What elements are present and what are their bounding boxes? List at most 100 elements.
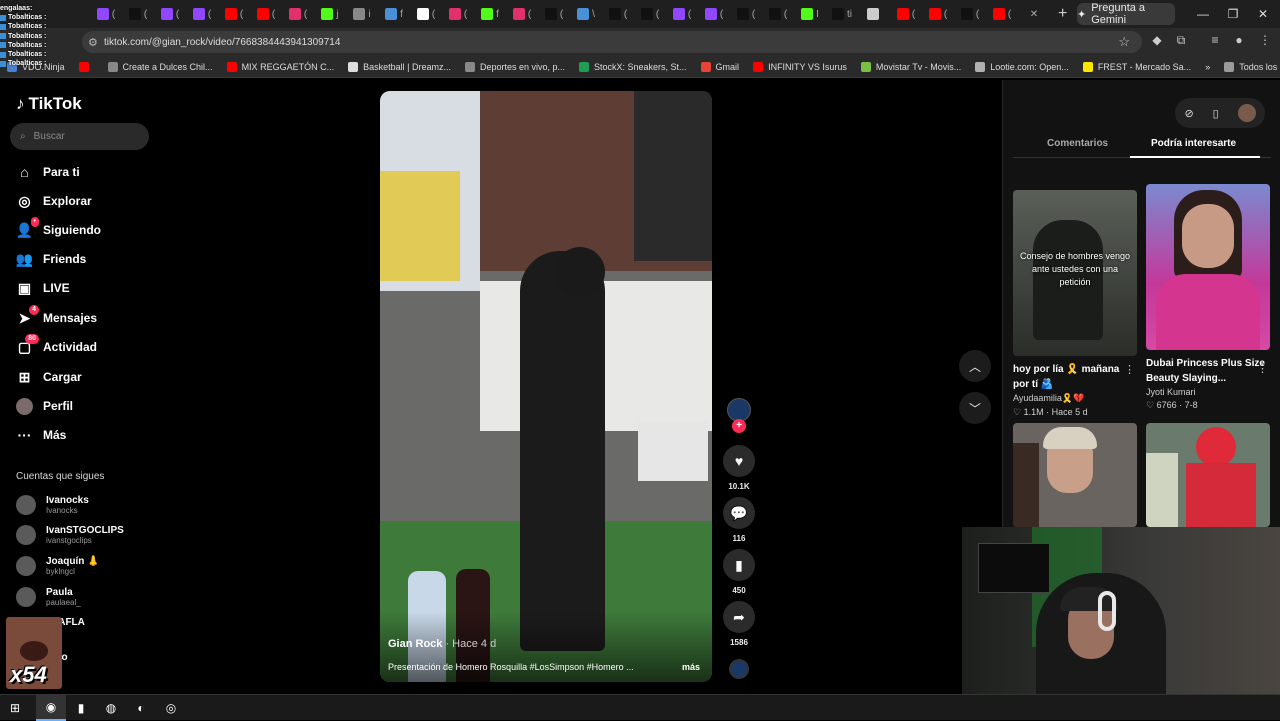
- video-player[interactable]: Gian Rock · Hace 4 d Presentación de Hom…: [380, 91, 712, 682]
- sidebar-item-live[interactable]: ▣ LIVE: [16, 278, 70, 298]
- followed-account[interactable]: Joaquín 👃 byklngcl: [16, 553, 100, 579]
- bookmark-item[interactable]: Gmail: [694, 61, 747, 72]
- sidebar-item-mensajes[interactable]: ➤ 4 Mensajes: [16, 304, 97, 328]
- more-options-icon[interactable]: ⋮: [1124, 363, 1135, 376]
- video-author[interactable]: Gian Rock · Hace 4 d: [388, 638, 496, 650]
- new-tab-icon[interactable]: +: [1058, 5, 1067, 23]
- window-close-icon[interactable]: ✕: [1248, 0, 1278, 28]
- browser-tab[interactable]: ✕: [1018, 0, 1050, 28]
- bookmark-item[interactable]: Movistar Tv - Movis...: [854, 61, 968, 72]
- followed-account[interactable]: IvanSTGOCLIPS ivanstgoclips: [16, 522, 124, 548]
- tab-suggested[interactable]: Podría interesarte: [1151, 138, 1236, 158]
- browser-tab[interactable]: (: [186, 0, 218, 28]
- browser-tab[interactable]: (: [282, 0, 314, 28]
- browser-tab[interactable]: (: [410, 0, 442, 28]
- previous-video-button[interactable]: ︿: [959, 350, 991, 382]
- browser-tab[interactable]: (: [890, 0, 922, 28]
- browser-tab[interactable]: (: [954, 0, 986, 28]
- browser-tab[interactable]: (: [122, 0, 154, 28]
- browser-tab[interactable]: ti: [826, 0, 858, 28]
- browser-tab[interactable]: (: [634, 0, 666, 28]
- close-icon[interactable]: ✕: [1030, 9, 1038, 20]
- video-thumbnail[interactable]: [1013, 423, 1137, 527]
- steam-icon[interactable]: ◐: [126, 695, 156, 721]
- tiktok-logo[interactable]: ♪ TikTok: [16, 94, 82, 114]
- more-options-icon[interactable]: ⋮: [1257, 362, 1268, 375]
- bookmark-item[interactable]: Deportes en vivo, p...: [458, 61, 572, 72]
- extension-icon[interactable]: ◆: [1148, 33, 1166, 47]
- sidebar-item-actividad[interactable]: ▢ 80 Actividad: [16, 333, 97, 357]
- card-title[interactable]: Dubai Princess Plus Size Beauty Slaying.…: [1146, 356, 1270, 386]
- browser-tab[interactable]: (: [602, 0, 634, 28]
- share-button[interactable]: ➦: [723, 601, 755, 633]
- bookmark-star-icon[interactable]: ☆: [1118, 34, 1130, 50]
- music-disc-icon[interactable]: [729, 659, 749, 679]
- compass-icon[interactable]: ⊘: [1184, 107, 1193, 120]
- card-title[interactable]: hoy por lía 🎗️ mañana por tí 🫂: [1013, 362, 1137, 392]
- video-thumbnail[interactable]: [1146, 423, 1270, 527]
- save-button[interactable]: ▮: [723, 549, 755, 581]
- tab-comments[interactable]: Comentarios: [1047, 138, 1108, 158]
- browser-tab[interactable]: (: [986, 0, 1018, 28]
- sidebar-item-cargar[interactable]: ⊞ Cargar: [16, 367, 82, 387]
- followed-account[interactable]: Paula paulaeal_: [16, 584, 81, 610]
- bookmark-item[interactable]: StockX: Sneakers, St...: [572, 61, 694, 72]
- sidebar-item-friends[interactable]: 👥 Friends: [16, 249, 87, 269]
- browser-tab[interactable]: (: [250, 0, 282, 28]
- browser-tab[interactable]: (: [506, 0, 538, 28]
- media-icon[interactable]: ≡: [1206, 33, 1224, 47]
- bookmark-item[interactable]: INFINITY VS Isurus: [746, 61, 854, 72]
- browser-tab[interactable]: i: [346, 0, 378, 28]
- video-thumbnail[interactable]: Consejo de hombres vengo ante ustedes co…: [1013, 190, 1137, 356]
- browser-tab[interactable]: (: [90, 0, 122, 28]
- browser-tab[interactable]: (: [730, 0, 762, 28]
- puzzle-icon[interactable]: ⧉: [1172, 33, 1190, 48]
- restore-icon[interactable]: ❐: [1218, 0, 1248, 28]
- sidebar-item-explorar[interactable]: ◎ Explorar: [16, 191, 91, 211]
- bookmark-item[interactable]: FREST - Mercado Sa...: [1076, 61, 1198, 72]
- browser-tab[interactable]: (: [698, 0, 730, 28]
- all-bookmarks-button[interactable]: Todos los marcadores: [1217, 61, 1280, 72]
- browser-tab[interactable]: (: [442, 0, 474, 28]
- bookmark-item[interactable]: Basketball | Dreamz...: [341, 61, 458, 72]
- browser-tab[interactable]: f: [378, 0, 410, 28]
- obs-icon[interactable]: ◎: [156, 695, 186, 721]
- suggested-video-card[interactable]: Dubai Princess Plus Size Beauty Slaying.…: [1146, 184, 1270, 411]
- bookmark-item[interactable]: Lootie.com: Open...: [968, 61, 1076, 72]
- minimize-icon[interactable]: —: [1188, 0, 1218, 28]
- windows-start-icon[interactable]: ⊞: [0, 695, 30, 721]
- bookmarks-more-icon[interactable]: »: [1198, 62, 1217, 72]
- suggested-video-card[interactable]: [1013, 423, 1137, 527]
- like-button[interactable]: ♥: [723, 445, 755, 477]
- bookmark-item[interactable]: Create a Dulces Chil...: [101, 61, 220, 72]
- sidebar-item-siguiendo[interactable]: 👤 • Siguiendo: [16, 216, 101, 240]
- browser-tab[interactable]: [858, 0, 890, 28]
- user-avatar[interactable]: [1237, 104, 1256, 122]
- site-info-icon[interactable]: ⚙: [88, 36, 98, 49]
- phone-icon[interactable]: ▯: [1213, 107, 1219, 120]
- browser-tab[interactable]: I: [794, 0, 826, 28]
- video-author-name[interactable]: Gian Rock: [388, 638, 442, 650]
- comment-button[interactable]: 💬: [723, 497, 755, 529]
- browser-tab[interactable]: (: [218, 0, 250, 28]
- chrome-icon[interactable]: ◉: [36, 694, 66, 721]
- profile-avatar-icon[interactable]: ●: [1230, 33, 1248, 47]
- address-bar[interactable]: ⚙ tiktok.com/@gian_rock/video/7668384443…: [82, 31, 1142, 53]
- card-author[interactable]: Jyoti Kumari: [1146, 387, 1270, 397]
- sidebar-item-más[interactable]: ··· Más: [16, 425, 67, 445]
- sidebar-item-para-ti[interactable]: ⌂ Para ti: [16, 162, 79, 182]
- browser-tab[interactable]: (: [922, 0, 954, 28]
- obs-icon[interactable]: ◍: [96, 695, 126, 721]
- followed-account[interactable]: Ivanocks Ivanocks: [16, 492, 89, 518]
- bookmark-item[interactable]: MIX REGGAETÓN C...: [220, 61, 342, 72]
- suggested-video-card[interactable]: [1146, 423, 1270, 527]
- card-author[interactable]: Ayudaamilia🎗️💔: [1013, 393, 1137, 404]
- browser-tab[interactable]: (: [538, 0, 570, 28]
- browser-tab[interactable]: (: [666, 0, 698, 28]
- browser-tab[interactable]: \: [570, 0, 602, 28]
- sidebar-item-perfil[interactable]: Perfil: [16, 396, 73, 416]
- suggested-video-card[interactable]: Consejo de hombres vengo ante ustedes co…: [1013, 190, 1137, 418]
- menu-icon[interactable]: ⋮: [1256, 33, 1274, 47]
- search-input[interactable]: ⌕ Buscar: [10, 123, 149, 150]
- next-video-button[interactable]: ﹀: [959, 392, 991, 424]
